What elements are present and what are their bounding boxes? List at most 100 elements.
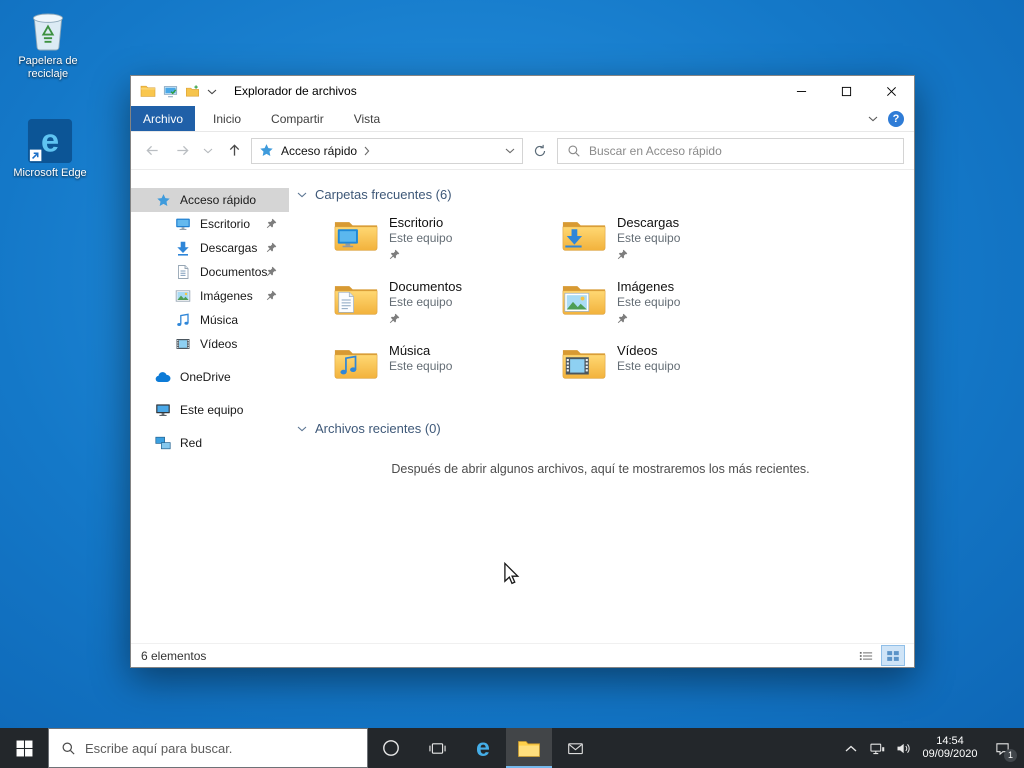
up-button[interactable] — [221, 138, 247, 164]
frequent-folders-grid: Escritorio Este equipo Descargas Este equip… — [333, 214, 904, 406]
back-button[interactable] — [139, 138, 165, 164]
sidebar-item-onedrive[interactable]: OneDrive — [131, 365, 289, 389]
item-count: 6 elementos — [141, 648, 207, 663]
documents-icon — [175, 264, 191, 280]
folder-tile-downloads[interactable]: Descargas Este equipo — [561, 214, 789, 278]
ribbon-tab-vista[interactable]: Vista — [342, 106, 392, 131]
pictures-icon — [175, 288, 191, 304]
titlebar[interactable]: Explorador de archivos — [131, 76, 914, 106]
sidebar-item-descargas[interactable]: Descargas — [131, 236, 289, 260]
sidebar-item-label: Acceso rápido — [180, 193, 257, 207]
task-view-button[interactable] — [414, 728, 460, 768]
folder-tile-music[interactable]: Música Este equipo — [333, 342, 561, 406]
sidebar-item-imagenes[interactable]: Imágenes — [131, 284, 289, 308]
close-button[interactable] — [869, 76, 914, 106]
desktop-icon-label: Papelera de reciclaje — [18, 55, 78, 80]
chevron-up-icon — [845, 745, 857, 752]
details-view-button[interactable] — [855, 646, 877, 665]
sidebar-item-videos[interactable]: Vídeos — [131, 332, 289, 356]
sidebar-item-label: Escritorio — [200, 217, 251, 231]
qat-new-folder-button[interactable] — [185, 84, 200, 99]
ribbon-tab-compartir[interactable]: Compartir — [259, 106, 336, 131]
desktop-icon-label: Microsoft Edge — [13, 167, 87, 179]
taskbar-explorer-button[interactable] — [506, 728, 552, 768]
sidebar-item-acceso-rapido[interactable]: Acceso rápido — [131, 188, 289, 212]
quick-access-icon — [259, 143, 274, 158]
star-icon — [155, 192, 171, 208]
large-icons-view-icon — [886, 649, 900, 663]
chevron-down-icon — [203, 148, 213, 154]
address-bar[interactable]: Acceso rápido — [251, 137, 523, 164]
action-center-button[interactable]: 1 — [984, 728, 1020, 768]
large-icons-view-button[interactable] — [881, 645, 905, 666]
help-button[interactable]: ? — [888, 110, 904, 127]
folder-name: Documentos — [389, 279, 462, 294]
folder-tile-videos[interactable]: Vídeos Este equipo — [561, 342, 789, 406]
recent-locations-button[interactable] — [199, 138, 217, 164]
explorer-search-input[interactable] — [589, 143, 894, 158]
address-dropdown-button[interactable] — [505, 148, 515, 154]
section-header-frequent[interactable]: Carpetas frecuentes (6) — [297, 184, 904, 204]
recycle-bin-icon — [28, 8, 68, 52]
desktop-icon-microsoft-edge[interactable]: e Microsoft Edge — [8, 118, 92, 180]
forward-button[interactable] — [169, 138, 195, 164]
folder-tile-documents[interactable]: Documentos Este equipo — [333, 278, 561, 342]
expand-ribbon-button[interactable] — [868, 116, 878, 122]
maximize-icon — [841, 86, 852, 97]
sidebar-item-este-equipo[interactable]: Este equipo — [131, 398, 289, 422]
desktop-icon-recycle-bin[interactable]: Papelera de reciclaje — [6, 8, 90, 81]
view-toggles — [855, 645, 905, 666]
qat-properties-button[interactable] — [163, 84, 178, 99]
sidebar-item-red[interactable]: Red — [131, 431, 289, 455]
show-hidden-icons-button[interactable] — [838, 728, 864, 768]
sidebar-item-musica[interactable]: Música — [131, 308, 289, 332]
taskbar-clock[interactable]: 14:54 09/09/2020 — [916, 735, 984, 761]
start-button[interactable] — [0, 728, 48, 768]
pin-icon — [266, 266, 277, 277]
ribbon-tab-archivo[interactable]: Archivo — [131, 106, 196, 131]
network-tray-button[interactable] — [864, 728, 890, 768]
notification-badge: 1 — [1004, 749, 1017, 762]
navigation-pane: Acceso rápido Escritorio Descargas Document… — [131, 170, 289, 643]
refresh-button[interactable] — [527, 138, 553, 164]
explorer-body: Acceso rápido Escritorio Descargas Document… — [131, 170, 914, 643]
qat-customize-button[interactable] — [207, 89, 217, 95]
folder-icon — [333, 216, 379, 254]
taskbar-search-input[interactable] — [85, 740, 355, 756]
folder-name: Vídeos — [617, 343, 658, 358]
ribbon-tab-inicio[interactable]: Inicio — [201, 106, 253, 131]
onedrive-icon — [155, 369, 171, 385]
chevron-right-icon[interactable] — [364, 146, 370, 156]
sidebar-item-label: Vídeos — [200, 337, 238, 351]
microsoft-edge-icon: e — [27, 118, 73, 164]
sidebar-item-label: Este equipo — [180, 403, 244, 417]
taskbar-search-box[interactable] — [48, 728, 368, 768]
maximize-button[interactable] — [824, 76, 869, 106]
microsoft-edge-icon: e — [476, 733, 490, 762]
cortana-button[interactable] — [368, 728, 414, 768]
desktop-icon — [175, 216, 191, 232]
task-view-icon — [428, 740, 446, 757]
content-pane: Carpetas frecuentes (6) Escritorio Este e… — [289, 170, 914, 643]
address-location: Acceso rápido — [281, 143, 358, 158]
explorer-window: Explorador de archivos Archivo Inicio Comp… — [130, 75, 915, 668]
folder-icon — [333, 280, 379, 318]
chevron-down-icon — [297, 192, 307, 198]
explorer-search-box[interactable] — [557, 137, 904, 164]
taskbar-edge-button[interactable]: e — [460, 728, 506, 768]
minimize-button[interactable] — [779, 76, 824, 106]
folder-tile-pictures[interactable]: Imágenes Este equipo — [561, 278, 789, 342]
music-icon — [175, 312, 191, 328]
section-header-recent[interactable]: Archivos recientes (0) — [297, 418, 904, 438]
refresh-icon — [533, 144, 547, 158]
arrow-right-icon — [175, 143, 190, 158]
svg-text:e: e — [41, 123, 59, 159]
folder-name: Descargas — [617, 215, 680, 230]
navigation-bar: Acceso rápido — [131, 132, 914, 170]
folder-tile-desktop[interactable]: Escritorio Este equipo — [333, 214, 561, 278]
volume-tray-button[interactable] — [890, 728, 916, 768]
taskbar-mail-button[interactable] — [552, 728, 598, 768]
folder-location: Este equipo — [617, 359, 681, 373]
sidebar-item-escritorio[interactable]: Escritorio — [131, 212, 289, 236]
sidebar-item-documentos[interactable]: Documentos — [131, 260, 289, 284]
